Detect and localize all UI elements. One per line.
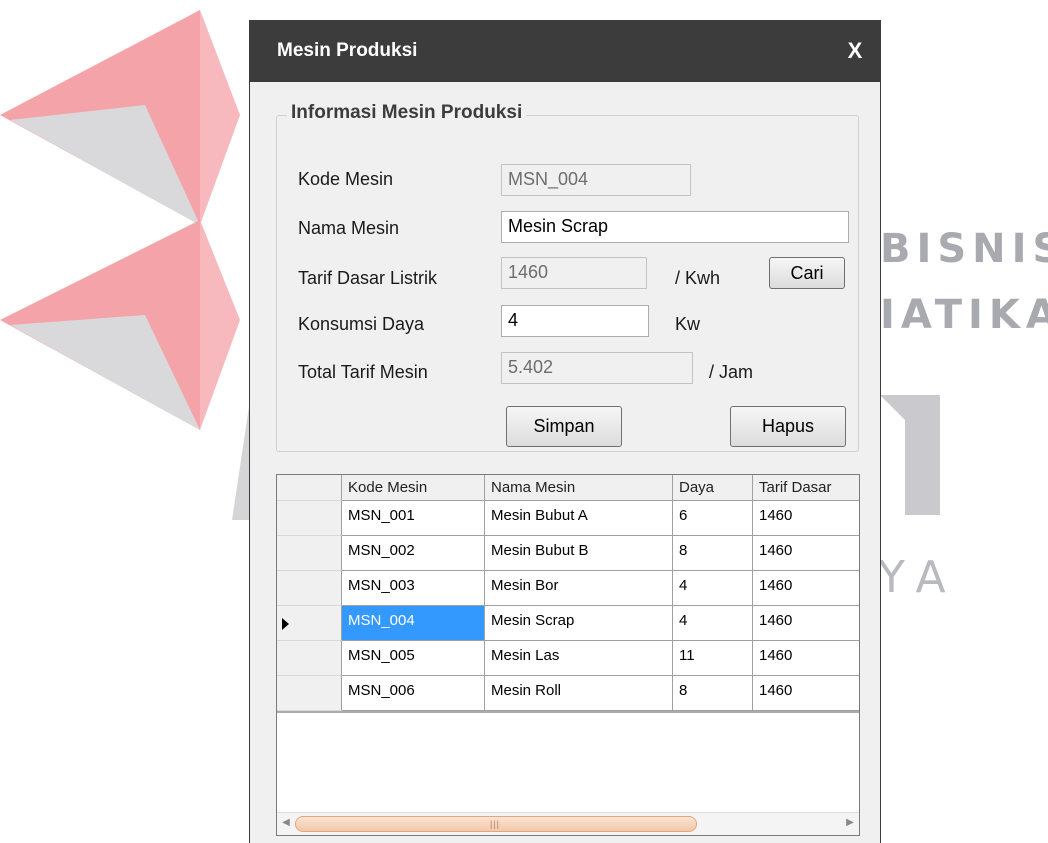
cell-daya[interactable]: 8 xyxy=(673,676,753,711)
cell-nama-mesin[interactable]: Mesin Roll xyxy=(485,676,673,711)
window-title: Mesin Produksi xyxy=(277,40,418,61)
cell-kode-mesin[interactable]: MSN_002 xyxy=(342,536,485,571)
row-header[interactable] xyxy=(277,501,342,536)
table-row[interactable]: MSN_005 Mesin Las 11 1460 xyxy=(277,641,859,676)
table-row[interactable]: MSN_001 Mesin Bubut A 6 1460 xyxy=(277,501,859,536)
cell-daya[interactable]: 6 xyxy=(673,501,753,536)
scrollbar-thumb[interactable]: ||| xyxy=(295,816,697,832)
table-row[interactable]: MSN_006 Mesin Roll 8 1460 xyxy=(277,676,859,711)
cell-nama-mesin[interactable]: Mesin Bubut B xyxy=(485,536,673,571)
table-row[interactable]: MSN_003 Mesin Bor 4 1460 xyxy=(277,571,859,606)
cell-kode-mesin[interactable]: MSN_003 xyxy=(342,571,485,606)
total-tarif-unit: / Jam xyxy=(709,362,754,382)
scroll-right-icon[interactable]: ▶ xyxy=(843,816,857,830)
watermark-text: YA xyxy=(878,552,960,603)
cari-button[interactable]: Cari xyxy=(769,257,845,289)
cell-nama-mesin[interactable]: Mesin Bor xyxy=(485,571,673,606)
mesin-produksi-dialog: Mesin Produksi X Informasi Mesin Produks… xyxy=(249,20,881,843)
konsumsi-daya-label: Konsumsi Daya xyxy=(298,314,425,334)
current-row-arrow-icon xyxy=(282,618,289,630)
cell-tarif-dasar[interactable]: 1460 xyxy=(753,571,859,606)
grid-empty-area xyxy=(277,713,859,813)
kode-mesin-field[interactable]: MSN_004 xyxy=(501,164,691,196)
cell-kode-mesin[interactable]: MSN_006 xyxy=(342,676,485,711)
tarif-dasar-field[interactable]: 1460 xyxy=(501,257,647,289)
cell-nama-mesin[interactable]: Mesin Scrap xyxy=(485,606,673,641)
column-header-tarif-dasar[interactable]: Tarif Dasar xyxy=(753,475,859,501)
total-tarif-field[interactable]: 5.402 xyxy=(501,352,693,384)
cell-tarif-dasar[interactable]: 1460 xyxy=(753,536,859,571)
mesin-datagrid[interactable]: Kode Mesin Nama Mesin Daya Tarif Dasar M… xyxy=(276,474,860,836)
groupbox-title: Informasi Mesin Produksi xyxy=(287,102,527,124)
tarif-dasar-unit: / Kwh xyxy=(675,268,721,288)
nama-mesin-label: Nama Mesin xyxy=(298,218,400,238)
total-tarif-label: Total Tarif Mesin xyxy=(298,362,428,382)
column-header-daya[interactable]: Daya xyxy=(673,475,753,501)
row-header[interactable] xyxy=(277,571,342,606)
cell-tarif-dasar[interactable]: 1460 xyxy=(753,676,859,711)
grid-body: Kode Mesin Nama Mesin Daya Tarif Dasar M… xyxy=(277,475,859,813)
cell-daya[interactable]: 11 xyxy=(673,641,753,676)
watermark-text: IATIKA xyxy=(880,292,1048,338)
table-row[interactable]: MSN_002 Mesin Bubut B 8 1460 xyxy=(277,536,859,571)
tarif-dasar-label: Tarif Dasar Listrik xyxy=(298,268,438,288)
cell-nama-mesin[interactable]: Mesin Las xyxy=(485,641,673,676)
cell-daya[interactable]: 4 xyxy=(673,571,753,606)
cell-kode-mesin[interactable]: MSN_001 xyxy=(342,501,485,536)
nama-mesin-field[interactable]: Mesin Scrap xyxy=(501,211,849,243)
row-header[interactable] xyxy=(277,676,342,711)
cell-kode-mesin[interactable]: MSN_005 xyxy=(342,641,485,676)
grid-header: Kode Mesin Nama Mesin Daya Tarif Dasar xyxy=(277,475,859,501)
cell-tarif-dasar[interactable]: 1460 xyxy=(753,641,859,676)
horizontal-scrollbar[interactable]: ◀ ||| ▶ xyxy=(277,812,859,835)
cell-daya[interactable]: 8 xyxy=(673,536,753,571)
cell-nama-mesin[interactable]: Mesin Bubut A xyxy=(485,501,673,536)
cell-tarif-dasar[interactable]: 1460 xyxy=(753,606,859,641)
konsumsi-daya-unit: Kw xyxy=(675,314,701,334)
row-header[interactable] xyxy=(277,606,342,641)
kode-mesin-label: Kode Mesin xyxy=(298,169,394,189)
row-header-corner xyxy=(277,475,342,501)
cell-tarif-dasar[interactable]: 1460 xyxy=(753,501,859,536)
titlebar: Mesin Produksi X xyxy=(250,20,880,82)
column-header-nama-mesin[interactable]: Nama Mesin xyxy=(485,475,673,501)
hapus-button[interactable]: Hapus xyxy=(730,406,846,447)
row-header[interactable] xyxy=(277,536,342,571)
close-button[interactable]: X xyxy=(842,37,868,65)
row-header[interactable] xyxy=(277,641,342,676)
konsumsi-daya-field[interactable]: 4 xyxy=(501,305,649,337)
simpan-button[interactable]: Simpan xyxy=(506,406,622,447)
cell-kode-mesin-selected[interactable]: MSN_004 xyxy=(342,606,485,641)
column-header-kode-mesin[interactable]: Kode Mesin xyxy=(342,475,485,501)
cell-daya[interactable]: 4 xyxy=(673,606,753,641)
table-row-selected[interactable]: MSN_004 Mesin Scrap 4 1460 xyxy=(277,606,859,641)
grip-icon: ||| xyxy=(490,819,501,829)
watermark-text: BISNIS xyxy=(880,226,1048,272)
informasi-mesin-groupbox: Informasi Mesin Produksi Kode Mesin MSN_… xyxy=(276,102,859,452)
scroll-left-icon[interactable]: ◀ xyxy=(279,816,293,830)
